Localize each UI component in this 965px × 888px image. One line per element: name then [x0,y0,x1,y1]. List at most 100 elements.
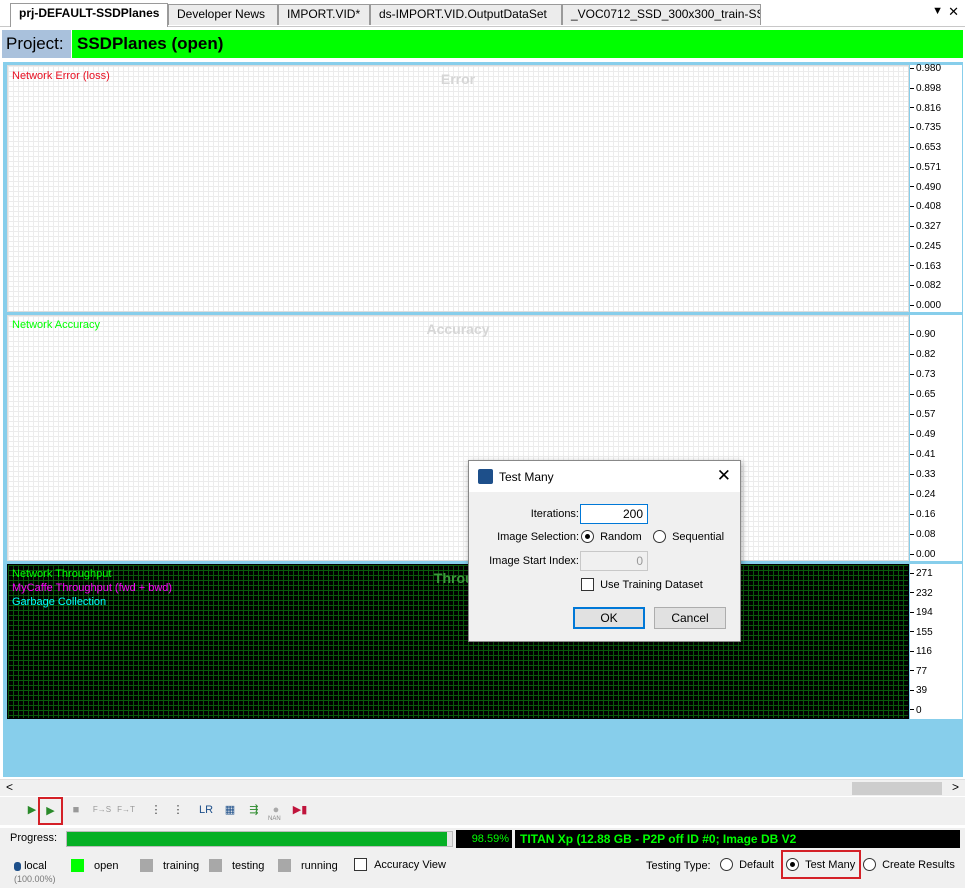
training-swatch [140,859,153,872]
y-tick-label: 0.980 [910,64,941,74]
cancel-button[interactable]: Cancel [654,607,726,629]
project-label: Project: [2,30,71,58]
dialog-titlebar[interactable]: Test Many ✕ [469,461,740,492]
tab-model[interactable]: _VOC0712_SSD_300x300_train-SSDPl [562,4,761,25]
accuracy-view-checkbox[interactable]: Accuracy View [354,858,446,871]
scroll-left-icon[interactable]: < [6,780,13,794]
y-tick-label: 0.00 [910,550,935,560]
progress-percent: 98.59% [456,830,512,848]
progress-row: Progress: 98.59% TITAN Xp (12.88 GB - P2… [0,828,965,850]
y-tick-label: 271 [910,569,933,579]
progress-bar [66,831,453,847]
checkbox-box [354,858,367,871]
image-selection-label: Image Selection: [497,531,579,543]
stop-icon[interactable]: ■ [66,800,86,820]
radio-selected [581,530,594,543]
series-label: Garbage Collection [12,596,107,608]
y-tick-label: 0.16 [910,510,935,520]
testing-label: testing [232,860,265,872]
radio-selected [786,858,799,871]
tab-dataset[interactable]: ds-IMPORT.VID.OutputDataSet [370,4,562,25]
weights-icon[interactable]: ▦ [220,800,240,820]
net-debug-icon[interactable]: ⋮ [168,800,188,820]
sequential-radio[interactable]: Sequential [653,530,724,543]
accuracy-view-label: Accuracy View [374,858,446,871]
y-tick-label: 0.65 [910,390,935,400]
y-tick-label: 0.163 [910,261,941,272]
y-tick-label: 0.82 [910,350,935,360]
accuracy-y-axis: 0.90 0.82 0.73 0.65 0.57 0.49 0.41 0.33 0.24 0.16… [910,315,962,561]
scroll-right-icon[interactable]: > [952,780,959,794]
start-index-label: Image Start Index: [489,555,579,567]
error-chart: Error Network Error (loss) [7,65,909,312]
dialog-title: Test Many [499,470,554,484]
tab-menu-icon[interactable]: ▼ [932,5,943,17]
y-tick-label: 155 [910,627,933,638]
tab-strip: prj-DEFAULT-SSDPlanes Developer News IMP… [0,0,965,27]
use-training-checkbox[interactable]: Use Training Dataset [581,578,703,591]
close-icon[interactable]: ✕ [948,4,959,20]
series-label: Network Error (loss) [12,70,110,82]
y-tick-label: 39 [910,686,927,696]
default-radio[interactable]: Default [720,858,774,871]
test-many-label: Test Many [805,858,856,871]
chart-area: Error Network Error (loss) 0.980 0.898 0.8… [3,62,963,777]
series-label: Network Throughput [12,568,112,580]
throughput-chart: Throug Network Throughput MyCaffe Through… [7,564,909,719]
inspect-icon[interactable]: ⇶ [244,800,264,820]
y-tick-label: 0.408 [910,202,941,212]
y-tick-label: 77 [910,666,927,677]
ok-button[interactable]: OK [573,607,645,629]
scroll-thumb[interactable] [852,782,942,795]
running-swatch [278,859,291,872]
debug-break-icon[interactable]: ▶▮ [290,800,310,820]
y-tick-label: 0.49 [910,430,935,440]
running-label: running [301,860,338,872]
tab-developer-news[interactable]: Developer News [168,4,278,25]
toolbar: ▶ ▶ ■ F→S F→T ⋮ ⋮ LR ▦ ⇶ ● ▶▮ NAN [0,797,965,825]
local-status: local [14,860,47,872]
tab-import-vid[interactable]: IMPORT.VID* [278,4,370,25]
learning-rate-icon[interactable]: LR [196,800,216,820]
use-training-label: Use Training Dataset [600,578,703,591]
test-many-button[interactable]: ▶ [38,797,63,825]
tab-project[interactable]: prj-DEFAULT-SSDPlanes [10,3,168,27]
series-label: Network Accuracy [12,319,101,331]
horizontal-scrollbar[interactable]: < > [0,779,965,796]
random-radio[interactable]: Random [581,530,642,543]
radio-unselected [720,858,733,871]
y-tick-label: 0.33 [910,470,935,480]
throughput-y-axis: 271 232 194 155 116 77 39 0 [910,564,962,719]
start-index-input: 0 [580,551,648,571]
iterations-label: Iterations: [530,508,579,520]
y-tick-label: 0.653 [910,143,941,153]
y-tick-label: 0.735 [910,123,941,133]
forward-icon[interactable]: F→T [116,800,136,820]
step-forward-icon[interactable]: F→S [92,800,112,820]
create-results-radio[interactable]: Create Results [863,858,955,871]
radio-unselected [653,530,666,543]
y-tick-label: 0.90 [910,330,935,340]
random-label: Random [600,530,642,543]
local-percent: (100.00%) [14,874,56,884]
y-tick-label: 0.73 [910,370,935,380]
testing-swatch [209,859,222,872]
iterations-input[interactable]: 200 [580,504,648,524]
local-label: local [24,860,47,872]
y-tick-label: 116 [910,647,932,657]
close-icon[interactable]: ✕ [717,466,731,486]
net-structure-icon[interactable]: ⋮ [146,800,166,820]
y-tick-label: 0.816 [910,103,941,114]
y-tick-label: 232 [910,588,933,599]
project-name: SSDPlanes (open) [72,30,963,58]
y-tick-label: 0.898 [910,83,941,94]
test-many-radio[interactable]: Test Many [786,858,855,871]
default-label: Default [739,858,774,871]
y-tick-label: 0.000 [910,301,941,311]
test-many-dialog: Test Many ✕ Iterations: 200 Image Select… [468,460,741,642]
y-tick-label: 0.57 [910,410,935,420]
open-swatch [71,859,84,872]
y-tick-label: 0.41 [910,450,935,460]
y-tick-label: 0.24 [910,490,935,500]
status-row: local (100.00%) open training testing ru… [0,850,965,888]
